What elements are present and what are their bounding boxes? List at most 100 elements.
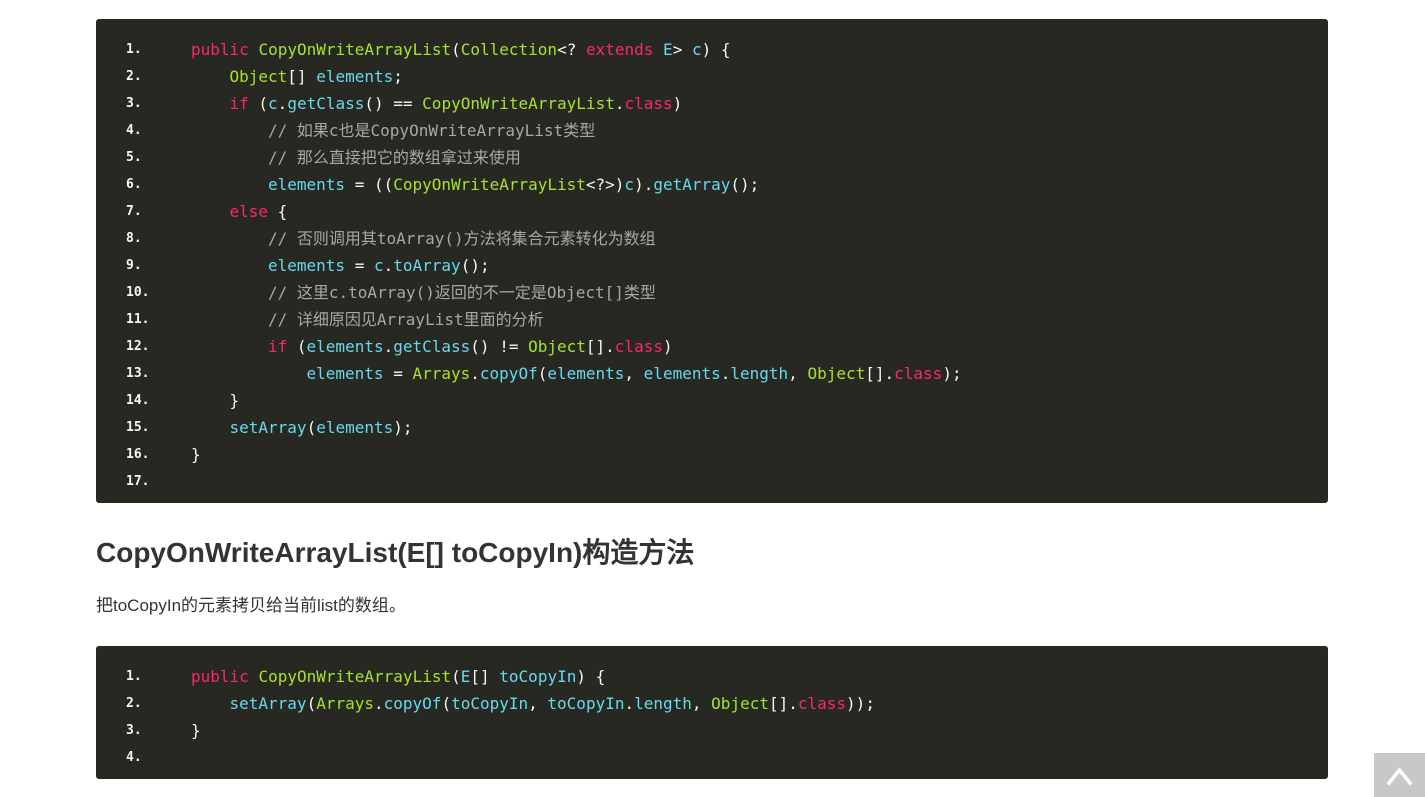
code-token: =	[345, 256, 374, 275]
code-token: (	[537, 364, 548, 383]
code-line: 6. elements = ((CopyOnWriteArrayList<?>)c…	[96, 171, 1328, 198]
code-token: );	[942, 364, 962, 383]
section-title: CopyOnWriteArrayList(E[] toCopyIn)构造方法	[96, 537, 695, 568]
code-token: {	[268, 202, 288, 221]
code-text: if (c.getClass() == CopyOnWriteArrayList…	[230, 90, 683, 117]
line-number: 11.	[126, 312, 150, 327]
code-token: elements	[643, 364, 721, 383]
code-token: (	[287, 337, 307, 356]
code-token: [].	[585, 337, 615, 356]
code-text: elements = ((CopyOnWriteArrayList<?>)c).…	[268, 171, 759, 198]
code-token: if	[268, 337, 288, 356]
code-token: class	[614, 337, 663, 356]
code-token: .	[470, 364, 480, 383]
code-token: class	[797, 694, 847, 713]
code-text: setArray(elements);	[230, 414, 413, 441]
code-token: }	[229, 391, 240, 410]
code-token: // 否则调用其toArray()方法将集合元素转化为数组	[268, 229, 656, 248]
line-number: 1.	[126, 42, 142, 57]
code-token: elements	[316, 67, 394, 86]
code-token: else	[229, 202, 269, 221]
code-line: 17.	[96, 468, 1328, 495]
code-token: [].	[865, 364, 895, 383]
code-token: = ((	[345, 175, 394, 194]
line-number: 2.	[126, 696, 142, 711]
code-token: }	[191, 445, 201, 464]
code-token: elements	[268, 256, 346, 275]
code-line: 7. else {	[96, 198, 1328, 225]
code-token: length	[634, 694, 692, 713]
code-token: ();	[730, 175, 760, 194]
code-token: .	[720, 364, 731, 383]
code-token: Object	[528, 337, 586, 356]
line-number: 7.	[126, 204, 142, 219]
code-line: 4. // 如果c也是CopyOnWriteArrayList类型	[96, 117, 1328, 144]
code-block-constructor-array: 1. public CopyOnWriteArrayList(E[] toCopy…	[96, 646, 1328, 779]
code-token: ) {	[576, 667, 606, 686]
code-token: E	[460, 667, 471, 686]
code-line: 10. // 这里c.toArray()返回的不一定是Object[]类型	[96, 279, 1328, 306]
code-token: () !=	[470, 337, 529, 356]
code-token: ,	[691, 694, 712, 713]
code-token: // 如果c也是CopyOnWriteArrayList类型	[268, 121, 596, 140]
code-token: .	[383, 337, 394, 356]
code-token: Arrays	[316, 694, 374, 713]
code-text: setArray(Arrays.copyOf(toCopyIn, toCopyI…	[230, 690, 875, 717]
code-token: (	[306, 694, 317, 713]
line-number: 3.	[126, 96, 142, 111]
code-token: getArray	[653, 175, 731, 194]
code-text: public CopyOnWriteArrayList(E[] toCopyIn…	[191, 663, 605, 690]
back-to-top-button[interactable]	[1374, 753, 1425, 797]
code-token: ;	[393, 67, 403, 86]
code-text: elements = Arrays.copyOf(elements, eleme…	[307, 360, 962, 387]
code-text: public CopyOnWriteArrayList(Collection<?…	[191, 36, 731, 63]
code-token: >	[672, 40, 692, 59]
code-token: ));	[846, 694, 875, 713]
code-line: 3. if (c.getClass() == CopyOnWriteArrayLi…	[96, 90, 1328, 117]
code-token: public	[191, 667, 249, 686]
code-line: 16.}	[96, 441, 1328, 468]
code-line: 9. elements = c.toArray();	[96, 252, 1328, 279]
section-description: 把toCopyIn的元素拷贝给当前list的数组。	[96, 596, 406, 615]
code-token: .	[383, 256, 394, 275]
code-token: (	[451, 40, 461, 59]
code-token: getClass	[287, 94, 365, 113]
code-token: =	[383, 364, 413, 383]
code-token: ,	[528, 694, 548, 713]
code-token: ,	[788, 364, 808, 383]
line-number: 2.	[126, 69, 142, 84]
line-number: 9.	[126, 258, 142, 273]
code-text: }	[230, 387, 240, 414]
code-token: ();	[460, 256, 490, 275]
code-token: Object	[229, 67, 288, 86]
code-token: class	[624, 94, 673, 113]
code-token: elements	[306, 364, 384, 383]
code-token: setArray	[229, 418, 307, 437]
code-text: if (elements.getClass() != Object[].clas…	[268, 333, 673, 360]
code-text: // 如果c也是CopyOnWriteArrayList类型	[268, 117, 595, 144]
code-token: toCopyIn	[499, 667, 577, 686]
code-token: class	[894, 364, 943, 383]
code-token: .	[624, 694, 635, 713]
code-token: CopyOnWriteArrayList	[393, 175, 586, 194]
line-number: 17.	[126, 474, 150, 489]
code-token: copyOf	[479, 364, 538, 383]
code-token: toArray	[393, 256, 461, 275]
code-line: 15. setArray(elements);	[96, 414, 1328, 441]
code-token: E	[663, 40, 673, 59]
code-token: CopyOnWriteArrayList	[258, 667, 452, 686]
code-line: 3.}	[96, 717, 1328, 744]
line-number: 4.	[126, 750, 142, 765]
code-token: Object	[711, 694, 769, 713]
chevron-up-icon	[1386, 767, 1413, 786]
code-token: copyOf	[383, 694, 442, 713]
code-token: )	[662, 337, 673, 356]
code-token: // 这里c.toArray()返回的不一定是Object[]类型	[268, 283, 656, 302]
code-token: []	[470, 667, 500, 686]
line-number: 10.	[126, 285, 150, 300]
line-number: 1.	[126, 669, 142, 684]
line-number: 8.	[126, 231, 142, 246]
code-line: 12. if (elements.getClass() != Object[].c…	[96, 333, 1328, 360]
